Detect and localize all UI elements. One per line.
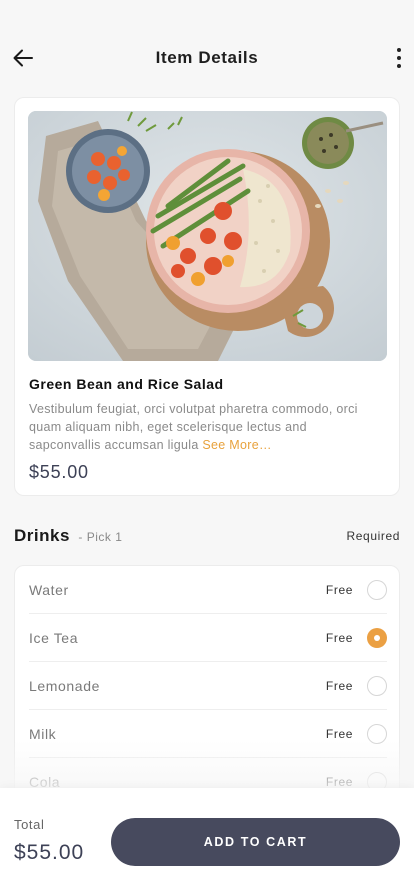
item-card: Green Bean and Rice Salad Vestibulum feu…	[14, 97, 400, 496]
radio-button[interactable]	[367, 676, 387, 696]
item-description-text: Vestibulum feugiat, orci volutpat pharet…	[29, 402, 358, 452]
total-value: $55.00	[14, 841, 85, 864]
option-milk[interactable]: Milk Free	[15, 710, 399, 758]
header: Item Details	[0, 0, 414, 100]
add-to-cart-button[interactable]: ADD TO CART	[111, 818, 400, 866]
more-options-button[interactable]	[392, 44, 406, 72]
drinks-options-list: Water Free Ice Tea Free Lemonade Free Mi…	[14, 565, 400, 825]
total-label: Total	[14, 817, 45, 832]
required-label: Required	[346, 529, 400, 543]
drinks-section-header: Drinks - Pick 1 Required	[14, 526, 400, 546]
more-vertical-icon	[397, 48, 401, 52]
see-more-link[interactable]: See More…	[202, 438, 271, 452]
option-water[interactable]: Water Free	[15, 566, 399, 614]
radio-button[interactable]	[367, 724, 387, 744]
option-ice-tea[interactable]: Ice Tea Free	[15, 614, 399, 662]
item-price: $55.00	[29, 462, 89, 482]
option-name: Water	[29, 582, 69, 598]
option-price: Free	[325, 775, 353, 789]
option-lemonade[interactable]: Lemonade Free	[15, 662, 399, 710]
radio-button[interactable]	[367, 580, 387, 600]
item-name: Green Bean and Rice Salad	[29, 376, 224, 392]
item-description: Vestibulum feugiat, orci volutpat pharet…	[29, 400, 381, 454]
food-image	[28, 111, 387, 361]
option-price: Free	[325, 583, 353, 597]
option-price: Free	[325, 679, 353, 693]
drinks-title: Drinks	[14, 526, 70, 545]
option-name: Ice Tea	[29, 630, 79, 646]
drinks-subtitle: - Pick 1	[78, 530, 123, 544]
bottom-bar: Total $55.00 ADD TO CART	[0, 788, 414, 896]
option-name: Lemonade	[29, 678, 100, 694]
option-name: Milk	[29, 726, 57, 742]
radio-button-selected[interactable]	[367, 628, 387, 648]
page-title: Item Details	[155, 48, 259, 67]
option-price: Free	[325, 631, 353, 645]
option-price: Free	[325, 727, 353, 741]
